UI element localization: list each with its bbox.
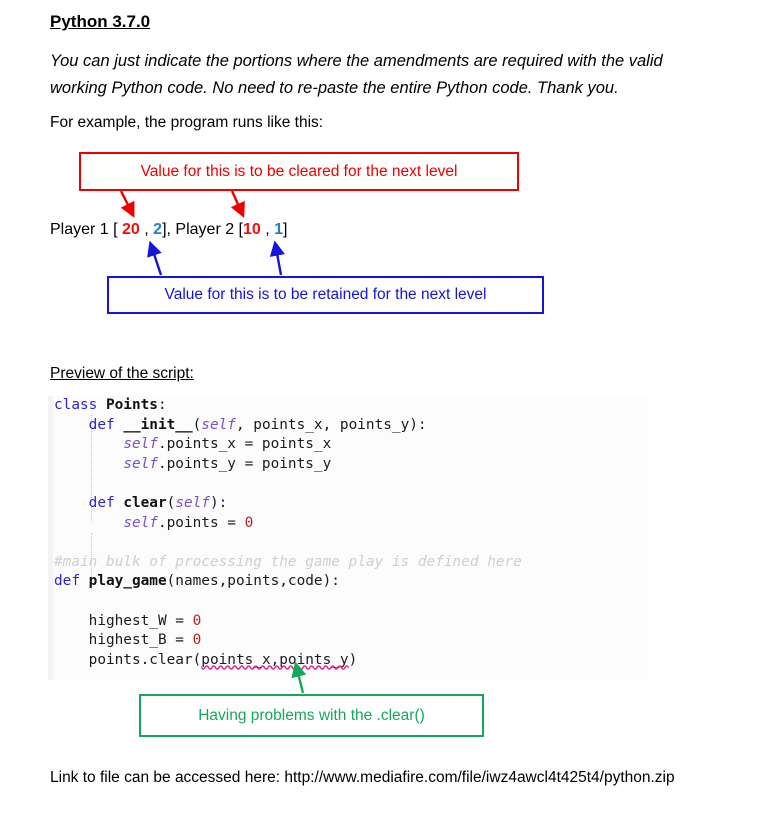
code-token: (names,points,code): [166,573,340,590]
arrow-red-to-value-10 [230,190,245,219]
arrow-red-to-value-20 [119,190,135,218]
callout-box-red: Value for this is to be cleared for the … [79,152,519,191]
intro-paragraph: You can just indicate the portions where… [50,52,663,97]
code-token: class [54,397,106,413]
page-title: Python 3.7.0 [50,12,151,31]
player2-retained-value: 1 [274,221,284,238]
code-token: self [123,436,158,453]
sample-suffix: ] [283,221,288,238]
code-token: .points_x = points_x [157,436,332,453]
code-line: self.points_y = points_y [54,455,522,475]
callout-box-green: Having problems with the .clear() [139,694,484,737]
sample-separator-1: , [139,221,154,238]
code-token: .points_y = points_y [157,455,332,472]
code-token: highest_W = [54,612,193,629]
arrow-blue-to-value-1 [269,240,285,276]
preview-section-label: Preview of the script: [50,365,194,382]
code-token: ): [209,494,228,511]
code-token: __init__ [123,416,193,433]
code-line: self.points = 0 [54,514,522,534]
callout-blue-label: Value for this is to be retained for the… [164,286,487,303]
code-token: Points [105,397,158,413]
code-line: def clear(self): [54,494,522,514]
sample-prefix: Player 1 [ [50,221,123,238]
sample-output-line: Player 1 [ 20 , 2], Player 2 [10 , 1] [50,221,288,239]
code-token: self [175,494,210,511]
code-token: ) [348,651,358,668]
code-token: points_x,points_y [201,651,349,668]
code-token: def [88,416,124,433]
player2-cleared-value: 10 [243,221,261,238]
sample-separator-2: , [260,221,275,238]
code-text: class Points: def __init__(self, points_… [54,396,522,670]
code-token: ( [192,416,202,433]
code-line: def play_game(names,points,code): [54,572,522,592]
code-token: clear [123,494,167,511]
code-token: #main bulk of processing the game play i… [54,553,522,570]
arrow-blue-to-value-2 [147,240,163,276]
download-link-line: Link to file can be accessed here: http:… [50,769,675,786]
code-token: self [123,455,158,472]
code-line: class Points: [54,396,522,416]
code-token: self [201,416,236,433]
player1-retained-value: 2 [153,221,163,238]
code-line: #main bulk of processing the game play i… [54,553,522,573]
code-token: 0 [244,514,254,531]
code-line: self.points_x = points_x [54,435,522,455]
code-token: def [88,494,124,511]
code-token: .points = [157,514,245,531]
code-line: def __init__(self, points_x, points_y): [54,416,522,436]
example-intro-text: For example, the program runs like this: [50,114,324,131]
player1-cleared-value: 20 [122,221,140,238]
code-token: 0 [192,632,202,649]
code-token: 0 [192,612,202,629]
code-line: highest_B = 0 [54,631,522,651]
callout-box-blue: Value for this is to be retained for the… [107,276,544,314]
code-preview-panel: class Points: def __init__(self, points_… [48,396,648,680]
code-token: points.clear( [54,651,202,668]
code-token: self [123,514,158,531]
callout-green-label: Having problems with the .clear() [198,706,425,724]
callout-red-label: Value for this is to be cleared for the … [140,162,458,180]
code-token: ( [166,494,176,511]
code-token: def [54,573,89,590]
code-token: highest_B = [54,632,193,649]
sample-middle: ], Player 2 [ [162,221,243,238]
code-token: : [157,397,167,413]
code-line: highest_W = 0 [54,612,522,632]
document-page: Python 3.7.0 You can just indicate the p… [0,0,776,819]
code-token: play_game [88,573,167,590]
code-token: , points_x, points_y): [235,416,427,433]
code-line: points.clear(points_x,points_y) [54,651,522,671]
